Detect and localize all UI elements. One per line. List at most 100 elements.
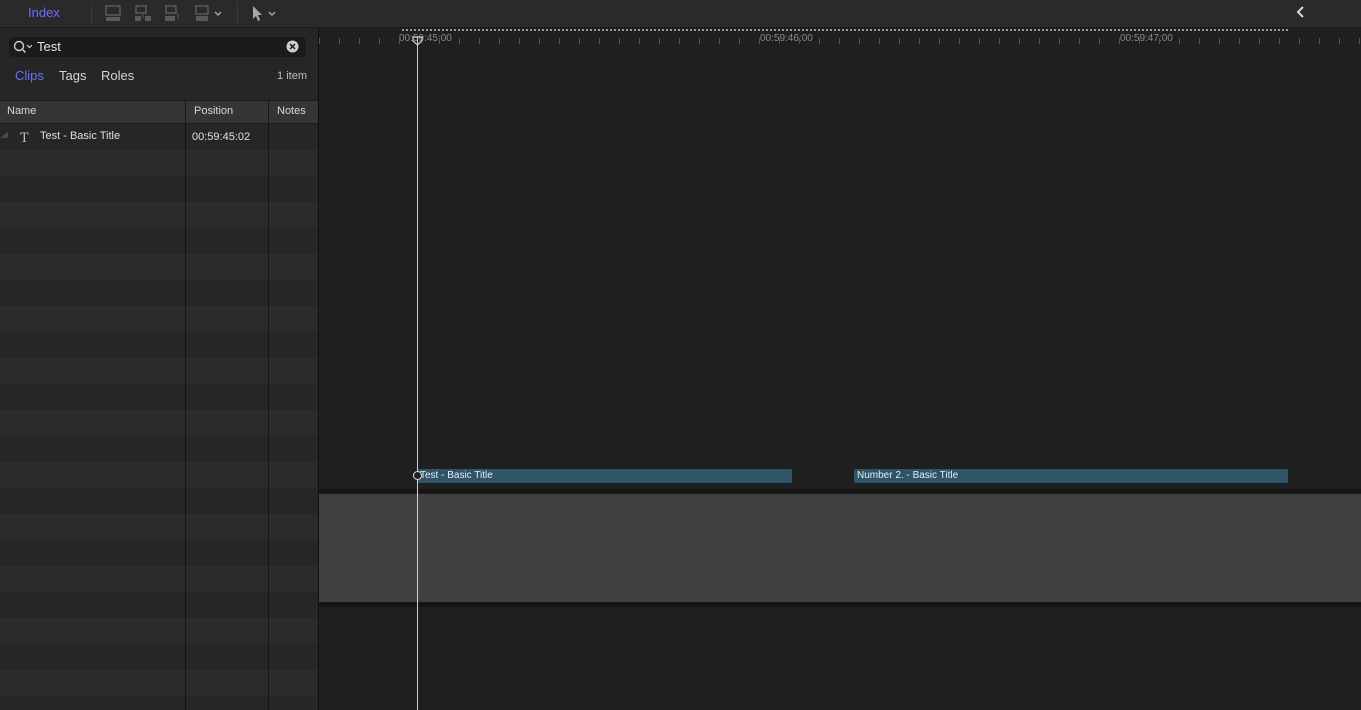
playhead-marker-icon[interactable] <box>412 33 423 46</box>
ruler-tick <box>639 38 640 44</box>
storyline-divider <box>319 602 1361 607</box>
clip-label: Number 2. - Basic Title <box>857 470 959 481</box>
toolbar-divider <box>91 2 92 24</box>
clip-handle[interactable] <box>413 471 422 480</box>
ruler-tick <box>339 38 340 44</box>
overwrite-clip-icon[interactable] <box>193 4 225 22</box>
ruler-tick <box>1139 38 1140 44</box>
timecode-ruler[interactable]: 00:59:45:00 00:59:46:00 00:59:47:00 <box>319 28 1361 50</box>
ruler-tick <box>1039 38 1040 44</box>
ruler-tick <box>1199 38 1200 44</box>
ruler-tick <box>839 38 840 44</box>
column-header-row: Name Position Notes <box>0 100 318 124</box>
ruler-tick <box>1299 38 1300 44</box>
column-header-position[interactable]: Position <box>194 105 233 117</box>
row-name: Test - Basic Title <box>40 130 121 142</box>
timeline[interactable]: 00:59:45:00 00:59:46:00 00:59:47:00 Test… <box>319 28 1361 710</box>
column-divider[interactable] <box>268 101 269 123</box>
ruler-tick <box>999 38 1000 44</box>
ruler-tick <box>359 38 360 44</box>
ruler-tick <box>899 38 900 44</box>
disclosure-triangle-icon[interactable] <box>0 125 8 138</box>
tab-clips[interactable]: Clips <box>15 68 44 83</box>
ruler-tick <box>539 38 540 44</box>
ruler-tick <box>1259 38 1260 44</box>
search-icon[interactable] <box>13 40 35 54</box>
ruler-tick <box>1179 38 1180 44</box>
ruler-tick <box>879 38 880 44</box>
ruler-tick <box>459 38 460 44</box>
ruler-tick <box>959 38 960 44</box>
column-divider <box>268 124 269 710</box>
chevron-left-icon[interactable] <box>1293 4 1309 20</box>
ruler-tick <box>759 38 760 44</box>
clip-label: Test - Basic Title <box>420 470 493 481</box>
clear-icon[interactable] <box>286 40 299 53</box>
ruler-tick <box>399 38 400 44</box>
top-toolbar: Index <box>0 0 1361 28</box>
item-count: 1 item <box>277 70 307 82</box>
ruler-label: 00:59:45:00 <box>399 33 452 44</box>
ruler-tick <box>579 38 580 44</box>
row-position: 00:59:45:02 <box>192 131 251 143</box>
column-header-name[interactable]: Name <box>7 105 36 117</box>
ruler-tick <box>599 38 600 44</box>
ruler-tick <box>1079 38 1080 44</box>
ruler-tick <box>439 38 440 44</box>
ruler-tick <box>939 38 940 44</box>
column-divider[interactable] <box>185 101 186 123</box>
ruler-tick <box>1339 38 1340 44</box>
ruler-tick <box>1239 38 1240 44</box>
ruler-tick <box>519 38 520 44</box>
column-divider <box>185 124 186 710</box>
ruler-tick <box>679 38 680 44</box>
title-icon: T <box>18 130 32 146</box>
append-clip-icon[interactable] <box>163 4 185 22</box>
ruler-tick <box>1359 38 1360 44</box>
ruler-tick <box>859 38 860 44</box>
range-indicator <box>402 29 1288 31</box>
ruler-tick <box>1099 38 1100 44</box>
ruler-tick <box>619 38 620 44</box>
ruler-tick <box>719 38 720 44</box>
toolbar-divider <box>237 2 238 24</box>
ruler-label: 00:59:47:00 <box>1120 33 1173 44</box>
ruler-tick <box>559 38 560 44</box>
ruler-tick <box>479 38 480 44</box>
ruler-label: 00:59:46:00 <box>760 33 813 44</box>
playhead[interactable] <box>417 36 418 710</box>
ruler-tick <box>379 38 380 44</box>
primary-storyline[interactable] <box>319 494 1361 602</box>
column-header-notes[interactable]: Notes <box>277 105 306 117</box>
ruler-tick <box>1279 38 1280 44</box>
ruler-tick <box>1059 38 1060 44</box>
tab-tags[interactable]: Tags <box>59 68 86 83</box>
select-tool-icon[interactable] <box>249 4 281 22</box>
ruler-tick <box>919 38 920 44</box>
title-clip[interactable]: Number 2. - Basic Title <box>854 469 1288 483</box>
ruler-tick <box>1219 38 1220 44</box>
insert-clip-icon[interactable] <box>133 4 155 22</box>
connect-clip-icon[interactable] <box>103 4 125 22</box>
table-row[interactable]: T Test - Basic Title 00:59:45:02 <box>0 124 318 150</box>
ruler-tick <box>1159 38 1160 44</box>
ruler-tick <box>1319 38 1320 44</box>
ruler-tick <box>779 38 780 44</box>
search-input[interactable]: Test <box>37 39 61 54</box>
ruler-tick <box>1119 38 1120 44</box>
ruler-tick <box>979 38 980 44</box>
ruler-tick <box>1019 38 1020 44</box>
ruler-tick <box>799 38 800 44</box>
ruler-tick <box>739 38 740 44</box>
ruler-tick <box>319 38 320 44</box>
index-button[interactable]: Index <box>28 5 60 20</box>
search-field[interactable]: Test <box>9 37 306 57</box>
ruler-tick <box>659 38 660 44</box>
title-clip[interactable]: Test - Basic Title <box>417 469 792 483</box>
ruler-tick <box>499 38 500 44</box>
ruler-tick <box>699 38 700 44</box>
primary-storyline-edge <box>319 489 1361 493</box>
tab-roles[interactable]: Roles <box>101 68 134 83</box>
timeline-index-panel: Test Clips Tags Roles 1 item Name Positi… <box>0 28 319 710</box>
ruler-tick <box>819 38 820 44</box>
